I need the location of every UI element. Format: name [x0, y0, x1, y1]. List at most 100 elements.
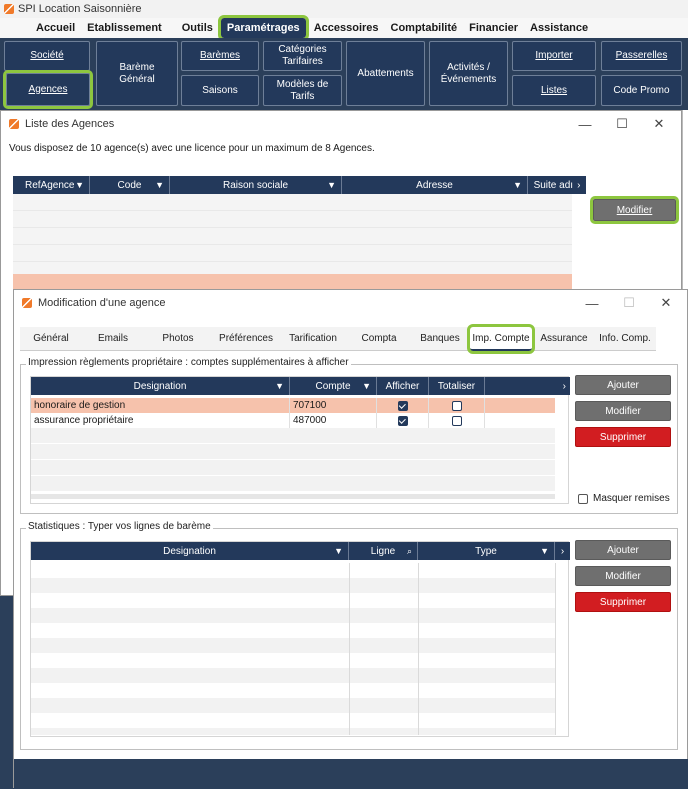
row-designation: honoraire de gestion: [31, 398, 290, 413]
ribbon-activites-button[interactable]: Activités / Événements: [429, 41, 508, 106]
chevron-right-icon[interactable]: ›: [577, 180, 580, 191]
tab-tarification[interactable]: Tarification: [280, 327, 346, 351]
menu-accessoires[interactable]: Accessoires: [308, 18, 385, 38]
tab-general[interactable]: Général: [20, 327, 82, 351]
tab-photos[interactable]: Photos: [144, 327, 212, 351]
menu-outils[interactable]: Outils: [176, 18, 219, 38]
tab-emails[interactable]: Emails: [82, 327, 144, 351]
search-icon[interactable]: ⌕: [407, 546, 412, 557]
ribbon-baremes-button[interactable]: Barèmes: [181, 41, 259, 71]
col-refagence[interactable]: RefAgence ▼: [13, 176, 90, 194]
table-row[interactable]: honoraire de gestion 707100: [31, 398, 555, 413]
menu-accueil[interactable]: Accueil: [30, 18, 81, 38]
chevron-right-icon[interactable]: ›: [561, 546, 564, 557]
col-type[interactable]: Type ▼: [418, 542, 555, 560]
close-icon[interactable]: ✕: [641, 111, 677, 137]
col-totaliser[interactable]: Totaliser: [429, 377, 485, 395]
table-row[interactable]: assurance propriétaire 487000: [31, 413, 555, 428]
comptes-grid-header: Designation ▼ Compte ▼ Afficher Totaliser …: [31, 377, 570, 395]
agence-modifier-button[interactable]: Modifier: [590, 196, 679, 224]
tab-preferences[interactable]: Préférences: [212, 327, 280, 351]
maximize-icon[interactable]: ☐: [604, 111, 640, 137]
ribbon-agences-label: Agences: [28, 83, 68, 95]
menu-etablissement[interactable]: Etablissement: [81, 18, 168, 38]
ribbon-passerelles-button[interactable]: Passerelles: [601, 41, 682, 71]
col-adresse[interactable]: Adresse ▼: [342, 176, 528, 194]
filter-icon[interactable]: ▼: [155, 180, 164, 190]
ribbon-societe-label: Société: [30, 50, 64, 61]
tab-assurance[interactable]: Assurance: [534, 327, 594, 351]
ribbon-abattements-label: Abattements: [357, 67, 414, 79]
horizontal-scrollbar[interactable]: [31, 494, 555, 499]
col-designation[interactable]: Designation ▼: [31, 377, 290, 395]
g2-supprimer-label: Supprimer: [599, 596, 647, 608]
ribbon-agences-button[interactable]: Agences: [3, 70, 93, 109]
col-stats-designation[interactable]: Designation ▼: [31, 542, 349, 560]
tab-banques[interactable]: Banques: [412, 327, 468, 351]
col-code-label: Code: [117, 179, 142, 191]
empty-rows: [31, 428, 555, 492]
minimize-icon[interactable]: —: [567, 111, 603, 137]
menu-parametrages[interactable]: Paramétrages: [217, 15, 309, 41]
menu-financier[interactable]: Financier: [463, 18, 524, 38]
ribbon-listes-label: Listes: [540, 84, 568, 96]
ribbon-categories-tarifaires-button[interactable]: Catégories Tarifaires: [263, 41, 342, 71]
ribbon-listes-button[interactable]: Listes: [512, 75, 596, 106]
ribbon-societe-button[interactable]: Société: [4, 41, 90, 71]
tab-info-comp[interactable]: Info. Comp.: [594, 327, 656, 351]
col-suite-adresse[interactable]: Suite adı ›: [528, 176, 586, 194]
ribbon-importer-button[interactable]: Importer: [512, 41, 596, 71]
group2-legend: Statistiques : Typer vos lignes de barèm…: [26, 521, 213, 532]
filter-icon[interactable]: ▼: [334, 546, 343, 556]
filter-icon[interactable]: ▼: [75, 180, 84, 190]
g1-ajouter-button[interactable]: Ajouter: [575, 375, 671, 395]
grid-scroll-right[interactable]: ›: [555, 542, 570, 560]
agences-window-title: Liste des Agences: [25, 118, 115, 130]
minimize-icon[interactable]: —: [574, 290, 610, 316]
ribbon-code-promo-button[interactable]: Code Promo: [601, 75, 682, 106]
filter-icon[interactable]: ▼: [540, 546, 549, 556]
filter-icon[interactable]: ▼: [362, 381, 371, 391]
menu-comptabilite[interactable]: Comptabilité: [385, 18, 464, 38]
tab-compta[interactable]: Compta: [346, 327, 412, 351]
menu-assistance[interactable]: Assistance: [524, 18, 594, 38]
agences-selected-row[interactable]: [13, 274, 572, 290]
ribbon-abattements-button[interactable]: Abattements: [346, 41, 425, 106]
close-icon[interactable]: ✕: [648, 290, 684, 316]
masquer-remises-checkbox[interactable]: [578, 493, 588, 504]
col-afficher[interactable]: Afficher: [377, 377, 429, 395]
tab-bar: Général Emails Photos Préférences Tarifi…: [20, 324, 656, 354]
ribbon-saisons-button[interactable]: Saisons: [181, 75, 259, 106]
filter-icon[interactable]: ▼: [327, 180, 336, 190]
group1-legend: Impression règlements propriétaire : com…: [26, 357, 351, 368]
filter-icon[interactable]: ▼: [513, 180, 522, 190]
tab-imp-compte[interactable]: Imp. Compte: [467, 324, 535, 354]
filter-icon[interactable]: ▼: [275, 381, 284, 391]
col-divider: [555, 563, 556, 735]
grid-scroll-right[interactable]: ›: [485, 377, 570, 395]
col-ligne[interactable]: Ligne ⌕: [349, 542, 418, 560]
totaliser-checkbox[interactable]: [451, 415, 462, 426]
ribbon-modeles-tarifs-button[interactable]: Modèles de Tarifs: [263, 75, 342, 106]
menu-bar: Accueil Etablissement Outils Paramétrage…: [0, 15, 688, 41]
g1-supprimer-button[interactable]: Supprimer: [575, 427, 671, 447]
col-compte[interactable]: Compte ▼: [290, 377, 377, 395]
col-raison-sociale-label: Raison sociale: [222, 179, 289, 191]
col-type-label: Type: [475, 545, 497, 557]
afficher-checkbox[interactable]: [397, 415, 408, 426]
window-logo-icon: [9, 119, 19, 129]
g2-ajouter-button[interactable]: Ajouter: [575, 540, 671, 560]
agence-modifier-label: Modifier: [616, 204, 653, 216]
ribbon-bareme-general-button[interactable]: Barème Général: [96, 41, 178, 106]
g2-modifier-button[interactable]: Modifier: [575, 566, 671, 586]
g1-modifier-button[interactable]: Modifier: [575, 401, 671, 421]
chevron-right-icon[interactable]: ›: [563, 381, 566, 392]
ribbon-code-promo-label: Code Promo: [613, 84, 670, 96]
totaliser-checkbox[interactable]: [451, 400, 462, 411]
col-code[interactable]: Code ▼: [90, 176, 170, 194]
afficher-checkbox[interactable]: [397, 400, 408, 411]
col-raison-sociale[interactable]: Raison sociale ▼: [170, 176, 342, 194]
masquer-remises-option[interactable]: Masquer remises: [578, 493, 670, 504]
comptes-grid: Designation ▼ Compte ▼ Afficher Totaliser …: [30, 376, 570, 504]
g2-supprimer-button[interactable]: Supprimer: [575, 592, 671, 612]
